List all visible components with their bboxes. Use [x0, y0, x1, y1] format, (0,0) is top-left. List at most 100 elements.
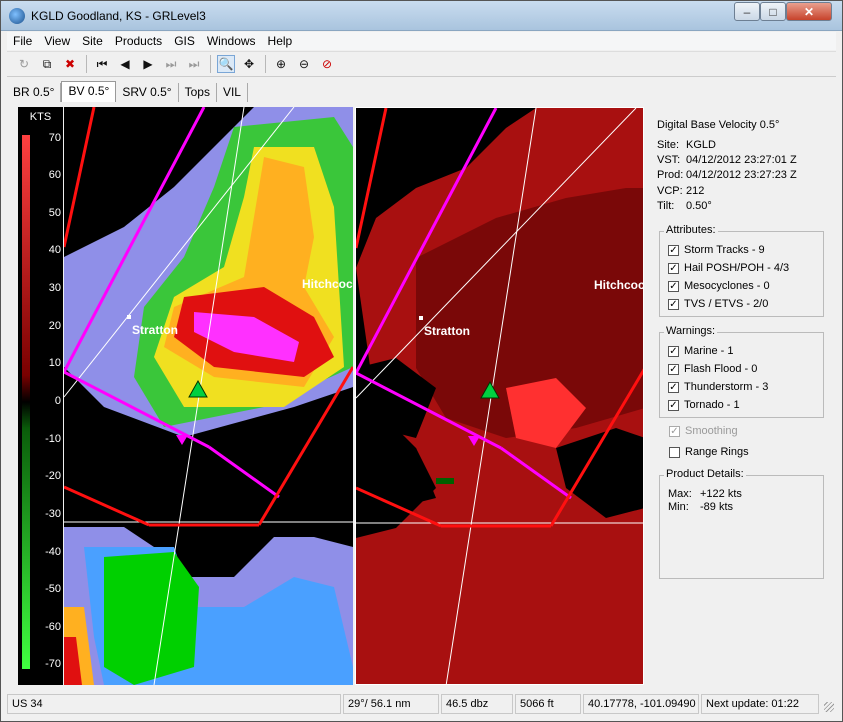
- tab-br[interactable]: BR 0.5°: [7, 83, 62, 102]
- smoothing-option[interactable]: ✓ Smoothing: [669, 425, 738, 437]
- maximize-button[interactable]: □: [760, 2, 786, 21]
- radar-panel-left[interactable]: Stratton Hitchcock: [64, 107, 353, 685]
- attr-tvs[interactable]: ✓ TVS / ETVS - 2/0: [668, 298, 768, 310]
- legend-tick: -70: [45, 658, 61, 670]
- app-icon: [9, 8, 25, 24]
- attr-hail[interactable]: ✓ Hail POSH/POH - 4/3: [668, 262, 789, 274]
- menu-site[interactable]: Site: [76, 34, 109, 48]
- checkbox[interactable]: ✓: [668, 280, 679, 292]
- legend-unit: KTS: [29, 111, 52, 123]
- legend-tick: -40: [45, 546, 61, 558]
- product-details-group: Product Details: Max: +122 kts Min: -89 …: [659, 468, 824, 579]
- vcp-value: 212: [686, 185, 705, 197]
- toolbar: ↻ ⧉ ✖ ⏮ ◀ ▶ ⏭ ⏭ 🔍 ✥ ⊕ ⊖ ⊘: [7, 51, 836, 77]
- delete-icon[interactable]: ✖: [61, 55, 79, 73]
- product-details-title: Product Details:: [664, 468, 746, 480]
- loop-icon[interactable]: ↻: [15, 55, 33, 73]
- resize-grip-icon[interactable]: [824, 702, 834, 712]
- status-dbz: 46.5 dbz: [441, 694, 513, 714]
- checkbox[interactable]: ✓: [668, 244, 679, 256]
- product-name: Digital Base Velocity 0.5°: [657, 119, 780, 131]
- last-frame-icon[interactable]: ⏭: [185, 55, 203, 73]
- app-window: KGLD Goodland, KS - GRLevel3 – □ ✕ File …: [0, 0, 843, 722]
- legend-tick: -10: [45, 433, 61, 445]
- legend-tick: -20: [45, 470, 61, 482]
- attr-mesocyclones[interactable]: ✓ Mesocyclones - 0: [668, 280, 770, 292]
- color-legend: KTS 70 60 50 40 30 20 10 0 -10 -20 -30 -…: [18, 107, 63, 685]
- site-label: Site:: [657, 139, 680, 151]
- legend-tick: -30: [45, 508, 61, 520]
- play-icon[interactable]: ▶: [139, 55, 157, 73]
- warn-flash-flood[interactable]: ✓ Flash Flood - 0: [668, 363, 757, 375]
- menu-bar: File View Site Products GIS Windows Help: [7, 32, 836, 50]
- info-panel: Digital Base Velocity 0.5° Site: KGLD VS…: [651, 107, 836, 687]
- range-rings-option[interactable]: Range Rings: [669, 446, 749, 458]
- city-label-stratton: Stratton: [424, 324, 470, 338]
- status-latlon: 40.17778, -101.09490: [583, 694, 699, 714]
- status-next-update: Next update: 01:22: [701, 694, 819, 714]
- vst-value: 04/12/2012 23:27:01 Z: [686, 154, 797, 166]
- checkbox[interactable]: ✓: [668, 399, 679, 411]
- menu-view[interactable]: View: [38, 34, 76, 48]
- attributes-title: Attributes:: [664, 224, 718, 236]
- toolbar-separator: [210, 55, 211, 73]
- zoom-out-icon[interactable]: ⊖: [295, 55, 313, 73]
- prev-frame-icon[interactable]: ◀: [116, 55, 134, 73]
- tab-srv[interactable]: SRV 0.5°: [116, 83, 179, 102]
- legend-tick: 20: [48, 320, 61, 332]
- legend-tick: 70: [48, 132, 61, 144]
- checkbox[interactable]: ✓: [668, 363, 679, 375]
- status-bar: US 34 29°/ 56.1 nm 46.5 dbz 5066 ft 40.1…: [7, 694, 836, 714]
- legend-tick: 10: [48, 357, 61, 369]
- menu-file[interactable]: File: [7, 34, 38, 48]
- pan-icon[interactable]: ✥: [240, 55, 258, 73]
- toolbar-separator: [86, 55, 87, 73]
- menu-windows[interactable]: Windows: [201, 34, 262, 48]
- zoom-in-icon[interactable]: ⊕: [272, 55, 290, 73]
- warnings-title: Warnings:: [664, 325, 718, 337]
- checkbox[interactable]: ✓: [668, 298, 679, 310]
- checkbox[interactable]: ✓: [668, 381, 679, 393]
- legend-color-bar: [22, 135, 30, 669]
- warn-marine[interactable]: ✓ Marine - 1: [668, 345, 734, 357]
- max-value: +122 kts: [700, 488, 742, 500]
- radar-map-left[interactable]: Stratton Hitchcock: [64, 107, 353, 685]
- tab-tops[interactable]: Tops: [178, 83, 217, 102]
- radar-map-right[interactable]: Stratton Hitchcock: [356, 108, 644, 685]
- warn-thunderstorm[interactable]: ✓ Thunderstorm - 3: [668, 381, 768, 393]
- zoom-icon[interactable]: 🔍: [217, 55, 235, 73]
- menu-help[interactable]: Help: [262, 34, 299, 48]
- vcp-label: VCP:: [657, 185, 683, 197]
- first-frame-icon[interactable]: ⏮: [93, 55, 111, 73]
- city-label-hitchcock: Hitchcock: [594, 278, 644, 292]
- warn-tornado[interactable]: ✓ Tornado - 1: [668, 399, 740, 411]
- tab-bv[interactable]: BV 0.5°: [61, 81, 117, 102]
- menu-products[interactable]: Products: [109, 34, 168, 48]
- tab-vil[interactable]: VIL: [216, 83, 248, 102]
- checkbox[interactable]: ✓: [668, 262, 679, 274]
- legend-tick: 0: [54, 395, 61, 407]
- copy-icon[interactable]: ⧉: [38, 55, 56, 73]
- min-value: -89 kts: [700, 501, 734, 513]
- city-marker: [419, 316, 423, 320]
- checkbox[interactable]: ✓: [669, 425, 680, 437]
- legend-tick: -60: [45, 621, 61, 633]
- zoom-reset-icon[interactable]: ⊘: [318, 55, 336, 73]
- status-height: 5066 ft: [515, 694, 581, 714]
- site-value: KGLD: [686, 139, 716, 151]
- prod-value: 04/12/2012 23:27:23 Z: [686, 169, 797, 181]
- city-label-hitchcock: Hitchcock: [302, 277, 353, 291]
- checkbox[interactable]: ✓: [668, 345, 679, 357]
- prod-label: Prod:: [657, 169, 684, 181]
- checkbox[interactable]: [669, 446, 680, 458]
- toolbar-separator: [265, 55, 266, 73]
- minimize-button[interactable]: –: [734, 2, 760, 21]
- radar-panel-right[interactable]: Stratton Hitchcock: [355, 107, 644, 685]
- legend-tick: 60: [48, 169, 61, 181]
- attr-storm-tracks[interactable]: ✓ Storm Tracks - 9: [668, 244, 765, 256]
- close-button[interactable]: ✕: [786, 2, 832, 21]
- next-frame-icon[interactable]: ⏭: [162, 55, 180, 73]
- title-bar[interactable]: KGLD Goodland, KS - GRLevel3 – □ ✕: [1, 1, 842, 31]
- menu-gis[interactable]: GIS: [168, 34, 201, 48]
- legend-tick: 40: [48, 244, 61, 256]
